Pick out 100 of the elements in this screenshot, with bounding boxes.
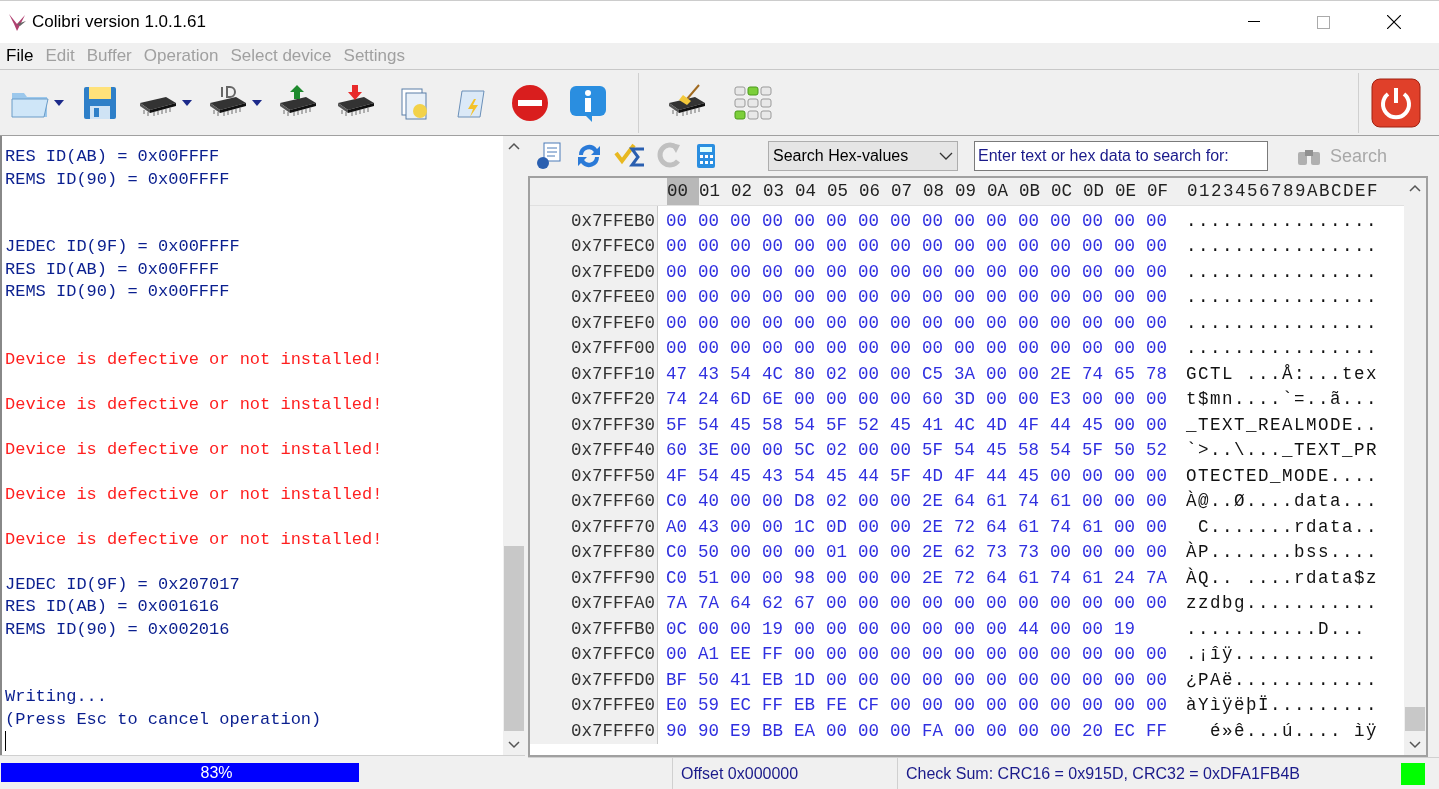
- column-header[interactable]: 03: [763, 178, 795, 205]
- hex-byte: 00: [890, 668, 912, 692]
- hex-byte: 00: [1050, 209, 1072, 233]
- hex-byte: 61: [1050, 490, 1072, 514]
- hex-byte: 00: [1050, 337, 1072, 361]
- text-format-icon[interactable]: [534, 141, 564, 171]
- column-header[interactable]: 0C: [1051, 178, 1083, 205]
- hex-byte: 20: [1082, 719, 1104, 743]
- hex-byte: C0: [666, 566, 688, 590]
- hex-byte: 00: [954, 235, 976, 259]
- hex-byte: 45: [890, 413, 912, 437]
- row-offset: 0x7FFEF0: [571, 311, 655, 335]
- column-header[interactable]: 0E: [1115, 178, 1147, 205]
- hex-byte: 00: [1018, 592, 1040, 616]
- calculator-icon[interactable]: [694, 142, 718, 170]
- hex-byte: 00: [1082, 260, 1104, 284]
- hex-byte: 00: [1114, 694, 1136, 718]
- hex-byte: 00: [858, 719, 880, 743]
- hex-byte: 43: [762, 464, 784, 488]
- ascii-text: ................: [1186, 235, 1379, 259]
- column-header[interactable]: 05: [827, 178, 859, 205]
- error-line: Device is defective or not installed!: [5, 439, 383, 459]
- hex-byte: 00: [890, 439, 912, 463]
- hex-byte: 00: [1114, 515, 1136, 539]
- column-header[interactable]: 08: [923, 178, 955, 205]
- scroll-down-icon[interactable]: [1409, 741, 1421, 749]
- hex-byte: 00: [890, 719, 912, 743]
- column-header[interactable]: 01: [699, 178, 731, 205]
- ascii-text: ÀQ.. ....rdata$z: [1186, 566, 1379, 590]
- ascii-text: `>..\..._TEXT_PR: [1186, 439, 1379, 463]
- column-header[interactable]: 06: [859, 178, 891, 205]
- column-header[interactable]: 0B: [1019, 178, 1051, 205]
- hex-byte: 59: [698, 694, 720, 718]
- hex-byte: 19: [1114, 617, 1136, 641]
- hex-byte: 00: [1146, 592, 1168, 616]
- hex-byte: 00: [1018, 337, 1040, 361]
- scroll-thumb[interactable]: [504, 546, 524, 731]
- hex-byte: 00: [1082, 235, 1104, 259]
- hex-byte: 00: [954, 617, 976, 641]
- hex-byte: 00: [890, 209, 912, 233]
- hex-byte: 00: [698, 617, 720, 641]
- hex-byte: 54: [698, 413, 720, 437]
- column-header[interactable]: 00: [667, 178, 699, 205]
- hex-byte: 00: [890, 643, 912, 667]
- hex-byte: 00: [1018, 260, 1040, 284]
- hex-byte: 3A: [954, 362, 976, 386]
- error-line: Device is defective or not installed!: [5, 394, 383, 414]
- error-line: Device is defective or not installed!: [5, 484, 383, 504]
- row-offset: 0x7FFF30: [571, 413, 655, 437]
- log-line: RES ID(AB) = 0x00FFFF: [5, 147, 220, 166]
- hex-byte: 00: [826, 668, 848, 692]
- scroll-thumb[interactable]: [1405, 707, 1425, 731]
- hex-byte: 00: [1146, 209, 1168, 233]
- menu-item[interactable]: File: [1, 43, 39, 69]
- search-field[interactable]: Enter text or hex data to search for:: [974, 141, 1268, 171]
- hex-byte: 00: [794, 541, 816, 565]
- hex-byte: 62: [954, 541, 976, 565]
- caret-icon[interactable]: [252, 99, 262, 106]
- hex-byte: 5F: [1082, 439, 1104, 463]
- caret-icon[interactable]: [182, 99, 192, 106]
- hex-byte: 00: [730, 286, 752, 310]
- hex-byte: EC: [1114, 719, 1136, 743]
- hex-byte: 00: [1114, 592, 1136, 616]
- close-icon[interactable]: [1387, 15, 1401, 29]
- column-header[interactable]: 07: [891, 178, 923, 205]
- column-header[interactable]: 0F: [1147, 178, 1179, 205]
- hex-byte: 00: [1146, 694, 1168, 718]
- hex-byte: 00: [1050, 643, 1072, 667]
- hex-byte: 00: [986, 694, 1008, 718]
- hex-byte: 00: [954, 592, 976, 616]
- hex-byte: 00: [1114, 541, 1136, 565]
- column-header[interactable]: 02: [731, 178, 763, 205]
- hex-byte: 00: [730, 260, 752, 284]
- hex-byte: 00: [794, 617, 816, 641]
- search-mode-dropdown[interactable]: Search Hex-values: [768, 141, 958, 171]
- column-header[interactable]: 09: [955, 178, 987, 205]
- minimize-icon[interactable]: [1248, 21, 1260, 23]
- hex-byte: 00: [858, 541, 880, 565]
- hex-byte: 45: [730, 413, 752, 437]
- scroll-up-icon[interactable]: [1409, 184, 1421, 192]
- scroll-down-icon[interactable]: [508, 741, 520, 749]
- hex-byte: 00: [986, 617, 1008, 641]
- hex-byte: 00: [890, 541, 912, 565]
- column-header[interactable]: 04: [795, 178, 827, 205]
- hex-byte: 00: [666, 209, 688, 233]
- row-offset: 0x7FFFB0: [571, 617, 655, 641]
- hex-byte: 00: [1114, 413, 1136, 437]
- hex-byte: 00: [698, 337, 720, 361]
- power-icon[interactable]: [1371, 77, 1421, 128]
- scrollbar[interactable]: [503, 136, 525, 755]
- hex-byte: 00: [698, 311, 720, 335]
- column-header[interactable]: 0A: [987, 178, 1019, 205]
- scrollbar[interactable]: [1404, 178, 1426, 755]
- hex-byte: 00: [826, 235, 848, 259]
- caret-icon[interactable]: [54, 99, 64, 106]
- hex-byte: 2E: [1050, 362, 1072, 386]
- hex-byte: 00: [890, 490, 912, 514]
- hex-byte: C0: [666, 541, 688, 565]
- column-header[interactable]: 0D: [1083, 178, 1115, 205]
- scroll-up-icon[interactable]: [508, 142, 520, 150]
